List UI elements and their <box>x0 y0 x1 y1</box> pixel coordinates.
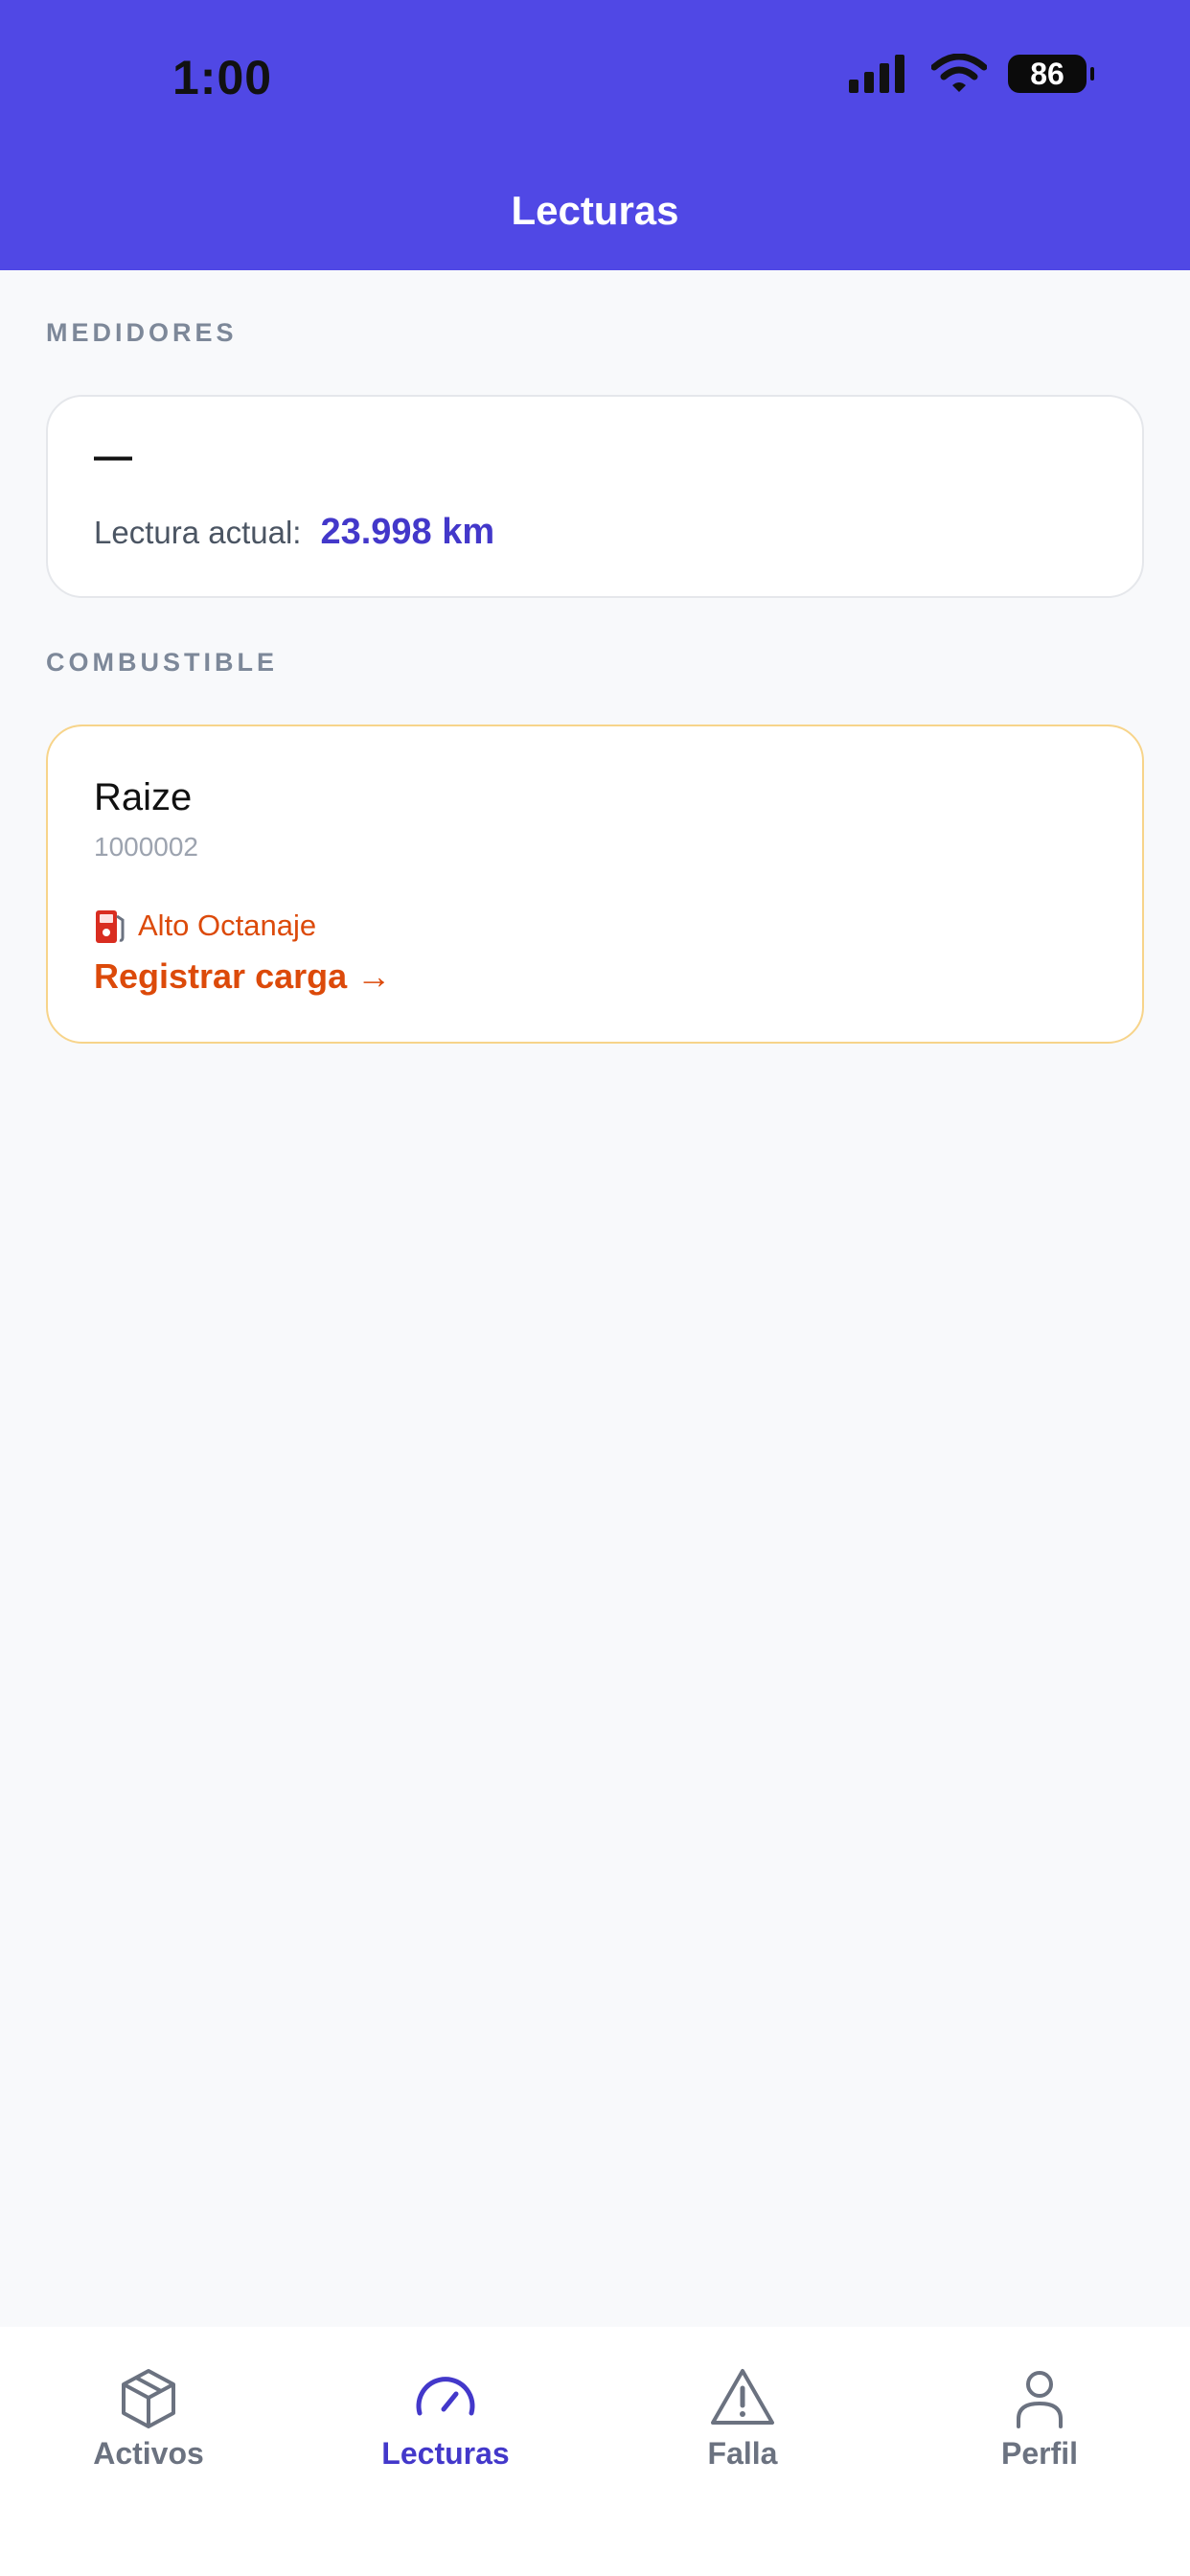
nav-tab-lecturas[interactable]: Lecturas <box>297 2327 594 2509</box>
nav-label-lecturas: Lecturas <box>381 2436 510 2471</box>
app-header: 1:00 86 Lecturas <box>0 0 1190 270</box>
nav-tab-activos[interactable]: Activos <box>0 2327 297 2509</box>
fuel-card[interactable]: Raize 1000002 Alto Octanaje Registrar ca… <box>46 724 1144 1044</box>
gauge-icon <box>416 2377 475 2416</box>
warning-icon <box>711 2369 774 2425</box>
meter-card[interactable]: — Lectura actual: 23.998 km <box>46 395 1144 598</box>
box-icon <box>122 2369 175 2428</box>
register-fuel-link[interactable]: Registrar carga → <box>94 956 391 997</box>
bottom-nav: Activos Lecturas Falla Perfil <box>0 2327 1190 2576</box>
vehicle-name: Raize <box>94 776 193 818</box>
page-title: Lecturas <box>511 188 679 233</box>
nav-tab-perfil[interactable]: Perfil <box>891 2327 1188 2509</box>
vehicle-code: 1000002 <box>94 832 199 862</box>
status-time: 1:00 <box>172 51 273 104</box>
wifi-icon <box>931 54 987 92</box>
battery-indicator: 86 <box>1008 55 1094 93</box>
fuel-type-label: Alto Octanaje <box>138 908 317 942</box>
user-icon <box>1017 2371 1063 2428</box>
section-label-meters: MEDIDORES <box>46 318 238 347</box>
signal-icon <box>849 55 904 93</box>
meter-reading-label: Lectura actual: <box>94 515 302 550</box>
meter-reading-value: 23.998 km <box>320 512 495 552</box>
meter-name: — <box>94 435 132 477</box>
nav-label-activos: Activos <box>93 2436 204 2471</box>
meter-reading-row: Lectura actual: 23.998 km <box>94 512 494 553</box>
nav-label-falla: Falla <box>707 2436 778 2471</box>
section-label-fuel: COMBUSTIBLE <box>46 648 278 677</box>
fuel-pump-icon <box>96 910 125 943</box>
nav-tab-falla[interactable]: Falla <box>594 2327 891 2509</box>
nav-label-perfil: Perfil <box>1000 2436 1079 2471</box>
fuel-type: Alto Octanaje <box>94 907 316 945</box>
status-icons: 86 <box>849 54 1094 94</box>
